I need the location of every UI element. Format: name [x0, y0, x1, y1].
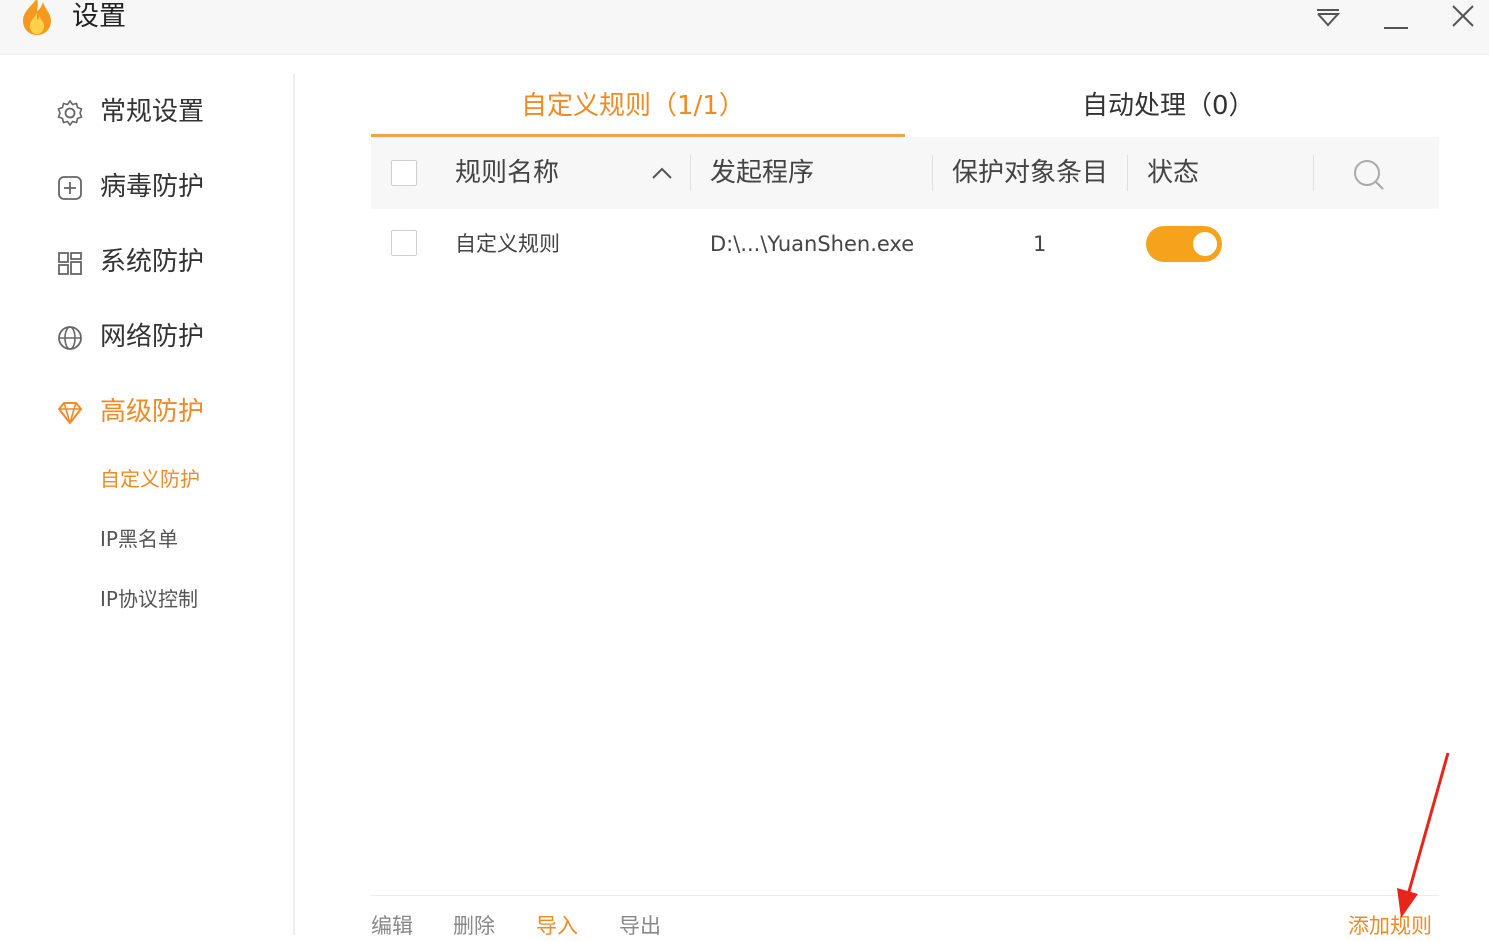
- annotation-arrow: [1397, 752, 1450, 918]
- sidebar-item-general[interactable]: 常规设置: [55, 92, 265, 132]
- import-button[interactable]: 导入: [536, 911, 578, 941]
- sidebar-subitem-ip-protocol[interactable]: IP协议控制: [100, 585, 198, 613]
- flame-logo-icon: [23, 0, 51, 35]
- sidebar-subitem-custom-protection[interactable]: 自定义防护: [100, 465, 200, 493]
- toggle-knob: [1193, 232, 1217, 256]
- close-button[interactable]: [1445, 2, 1481, 32]
- column-header-rule-name[interactable]: 规则名称: [455, 155, 559, 191]
- plus-square-icon: [58, 176, 82, 200]
- close-icon: [1452, 5, 1474, 27]
- column-separator: [932, 155, 933, 191]
- sidebar-divider: [293, 74, 295, 935]
- sort-ascending-icon[interactable]: [651, 165, 673, 181]
- program-path-cell: D:\...\YuanShen.exe: [710, 232, 915, 256]
- diamond-icon: [57, 402, 83, 425]
- protected-count-cell: 1: [1033, 232, 1047, 256]
- dropdown-triangle-icon: [1317, 9, 1341, 27]
- sidebar-item-label: 网络防护: [100, 322, 205, 352]
- sidebar-subitem-ip-blacklist[interactable]: IP黑名单: [100, 525, 178, 553]
- title-bar: 设置: [0, 0, 1489, 55]
- table-header: 规则名称 发起程序 保护对象条目 状态: [371, 137, 1439, 209]
- gear-icon: [57, 99, 83, 127]
- column-header-program[interactable]: 发起程序: [710, 155, 814, 191]
- search-icon[interactable]: [1352, 158, 1386, 192]
- sidebar-item-label: 高级防护: [100, 397, 205, 427]
- sidebar-item-label: 系统防护: [100, 247, 205, 277]
- minimize-icon: [1384, 27, 1408, 29]
- sidebar-item-label: 病毒防护: [100, 172, 205, 202]
- export-button[interactable]: 导出: [619, 911, 661, 941]
- sidebar-item-system[interactable]: 系统防护: [55, 242, 265, 282]
- column-separator: [1127, 155, 1128, 191]
- column-header-protected-items[interactable]: 保护对象条目: [952, 155, 1108, 191]
- column-header-status[interactable]: 状态: [1147, 155, 1199, 191]
- delete-button[interactable]: 删除: [453, 911, 495, 941]
- sidebar-item-label: 常规设置: [100, 97, 205, 127]
- menu-dropdown-button[interactable]: [1310, 2, 1346, 32]
- column-separator: [1313, 155, 1314, 191]
- row-checkbox[interactable]: [391, 230, 417, 256]
- select-all-checkbox[interactable]: [391, 160, 417, 186]
- globe-icon: [58, 326, 82, 350]
- status-toggle[interactable]: [1146, 226, 1222, 262]
- sidebar-item-network[interactable]: 网络防护: [55, 317, 265, 357]
- sidebar-item-virus[interactable]: 病毒防护: [55, 167, 265, 207]
- minimize-button[interactable]: [1378, 2, 1414, 32]
- column-separator: [690, 155, 691, 191]
- grid-icon: [58, 252, 82, 275]
- sidebar-item-advanced[interactable]: 高级防护: [55, 392, 265, 432]
- edit-button[interactable]: 编辑: [371, 911, 413, 941]
- footer-divider: [371, 895, 1439, 896]
- tab-custom-rules[interactable]: 自定义规则（1/1）: [521, 86, 745, 126]
- rule-name-cell: 自定义规则: [455, 232, 560, 256]
- tab-auto-handle[interactable]: 自动处理（0）: [1082, 86, 1255, 126]
- window-title: 设置: [72, 1, 126, 32]
